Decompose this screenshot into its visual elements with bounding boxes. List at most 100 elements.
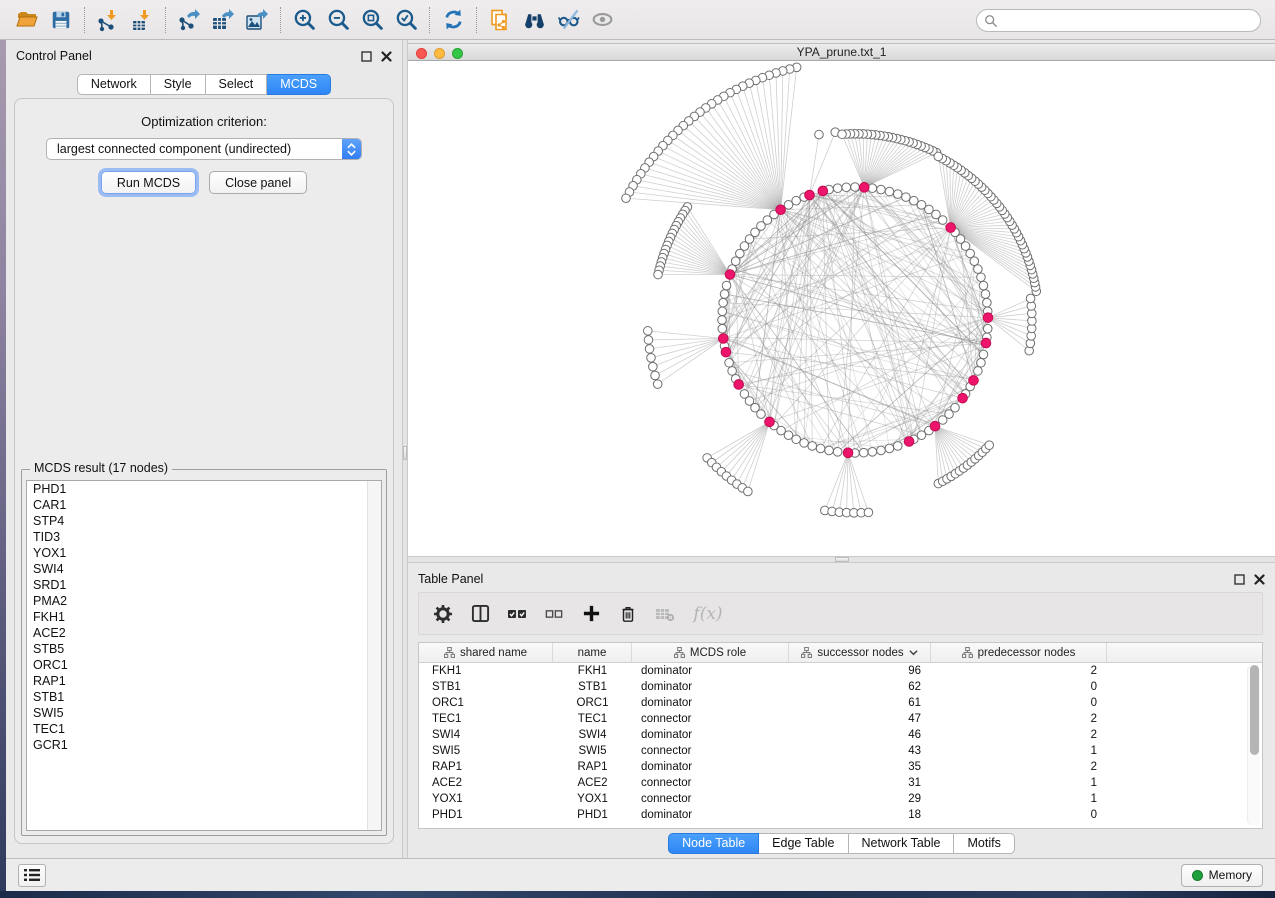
import-table-button[interactable] <box>125 4 159 36</box>
graph-hub-node[interactable] <box>776 205 786 215</box>
tab-network-table[interactable]: Network Table <box>849 833 955 854</box>
network-graph[interactable] <box>408 61 1275 556</box>
mcds-result-item[interactable]: PHD1 <box>27 481 381 497</box>
graph-hub-node[interactable] <box>958 393 968 403</box>
graph-node[interactable] <box>653 380 662 389</box>
mcds-result-item[interactable]: CAR1 <box>27 497 381 513</box>
float-panel-icon[interactable] <box>361 51 372 62</box>
graph-hub-node[interactable] <box>718 334 728 344</box>
table-row[interactable]: YOX1YOX1connector291 <box>419 791 1262 807</box>
graph-node[interactable] <box>720 290 729 299</box>
graph-hub-node[interactable] <box>859 183 869 193</box>
table-scrollbar-thumb[interactable] <box>1250 665 1259 755</box>
show-column-button[interactable] <box>466 600 494 628</box>
zoom-out-button[interactable] <box>321 4 355 36</box>
memory-button[interactable]: Memory <box>1181 864 1263 887</box>
mcds-result-item[interactable]: RAP1 <box>27 673 381 689</box>
tab-style[interactable]: Style <box>151 74 206 95</box>
mcds-result-item[interactable]: PMA2 <box>27 593 381 609</box>
graph-hub-node[interactable] <box>734 380 744 390</box>
graph-node[interactable] <box>902 193 911 202</box>
graph-node[interactable] <box>979 281 988 290</box>
graph-node[interactable] <box>951 403 960 412</box>
close-panel-icon[interactable] <box>1254 574 1265 585</box>
mcds-result-item[interactable]: TEC1 <box>27 721 381 737</box>
graph-node[interactable] <box>792 435 801 444</box>
graph-node[interactable] <box>974 265 983 274</box>
splitter-grip[interactable] <box>403 446 407 460</box>
run-mcds-button[interactable]: Run MCDS <box>101 171 196 194</box>
mcds-result-item[interactable]: STB1 <box>27 689 381 705</box>
apply-layout-button[interactable] <box>436 4 470 36</box>
graph-node[interactable] <box>731 257 740 266</box>
graph-node[interactable] <box>654 270 663 279</box>
graph-node[interactable] <box>893 190 902 199</box>
export-table-button[interactable] <box>206 4 240 36</box>
graph-node[interactable] <box>893 442 902 451</box>
close-panel-icon[interactable] <box>381 51 392 62</box>
graph-node[interactable] <box>644 336 653 345</box>
graph-node[interactable] <box>644 327 653 336</box>
zoom-in-button[interactable] <box>287 4 321 36</box>
graph-node[interactable] <box>833 184 842 193</box>
graph-node[interactable] <box>744 487 753 496</box>
open-file-button[interactable] <box>10 4 44 36</box>
graph-node[interactable] <box>815 130 824 139</box>
mcds-result-item[interactable]: STP4 <box>27 513 381 529</box>
find-button[interactable] <box>517 4 551 36</box>
mcds-result-item[interactable]: GCR1 <box>27 737 381 753</box>
select-all-columns-button[interactable] <box>503 600 531 628</box>
graph-hub-node[interactable] <box>969 376 979 386</box>
graph-node[interactable] <box>725 358 734 367</box>
network-canvas[interactable] <box>408 61 1275 556</box>
column-header-predecessor-nodes[interactable]: predecessor nodes <box>931 643 1107 662</box>
table-row[interactable]: ORC1ORC1dominator610 <box>419 695 1262 711</box>
mcds-result-item[interactable]: FKH1 <box>27 609 381 625</box>
table-row[interactable]: TEC1TEC1connector472 <box>419 711 1262 727</box>
import-network-button[interactable] <box>91 4 125 36</box>
graph-hub-node[interactable] <box>725 270 735 280</box>
delete-table-button[interactable] <box>651 600 679 628</box>
graph-node[interactable] <box>719 298 728 307</box>
graph-node[interactable] <box>833 448 842 457</box>
table-row[interactable]: STB1STB1dominator620 <box>419 679 1262 695</box>
graph-node[interactable] <box>645 345 654 354</box>
mcds-result-item[interactable]: SWI5 <box>27 705 381 721</box>
tab-network[interactable]: Network <box>77 74 151 95</box>
graph-node[interactable] <box>910 196 919 205</box>
close-panel-button[interactable]: Close panel <box>209 171 307 194</box>
horizontal-splitter[interactable] <box>408 556 1275 563</box>
function-builder-button[interactable]: f(x) <box>688 600 728 628</box>
graph-node[interactable] <box>885 444 894 453</box>
graph-node[interactable] <box>877 185 886 194</box>
graph-node[interactable] <box>851 183 860 192</box>
mcds-result-item[interactable]: STB5 <box>27 641 381 657</box>
mcds-result-item[interactable]: SWI4 <box>27 561 381 577</box>
graph-node[interactable] <box>983 298 992 307</box>
table-row[interactable]: SWI4SWI4dominator462 <box>419 727 1262 743</box>
graph-hub-node[interactable] <box>904 437 914 447</box>
graph-hub-node[interactable] <box>981 338 991 348</box>
column-header-shared-name[interactable]: shared name <box>419 643 553 662</box>
graph-node[interactable] <box>859 448 868 457</box>
clone-network-button[interactable] <box>483 4 517 36</box>
unselect-all-columns-button[interactable] <box>540 600 568 628</box>
graph-node[interactable] <box>722 281 731 290</box>
create-column-button[interactable] <box>577 600 605 628</box>
table-row[interactable]: RAP1RAP1dominator352 <box>419 759 1262 775</box>
graph-node[interactable] <box>800 439 809 448</box>
tab-mcds[interactable]: MCDS <box>267 74 331 95</box>
graph-hub-node[interactable] <box>930 421 940 431</box>
window-zoom-button[interactable] <box>452 48 463 59</box>
table-row[interactable]: ACE2ACE2connector311 <box>419 775 1262 791</box>
graph-node[interactable] <box>825 446 834 455</box>
graph-node[interactable] <box>649 362 658 371</box>
graph-node[interactable] <box>981 290 990 299</box>
column-header-MCDS-role[interactable]: MCDS role <box>632 643 789 662</box>
table-row[interactable]: SWI5SWI5connector431 <box>419 743 1262 759</box>
graph-hub-node[interactable] <box>805 190 815 200</box>
graph-hub-node[interactable] <box>721 347 731 357</box>
mcds-result-item[interactable]: TID3 <box>27 529 381 545</box>
graph-node[interactable] <box>651 371 660 380</box>
table-settings-button[interactable] <box>429 600 457 628</box>
